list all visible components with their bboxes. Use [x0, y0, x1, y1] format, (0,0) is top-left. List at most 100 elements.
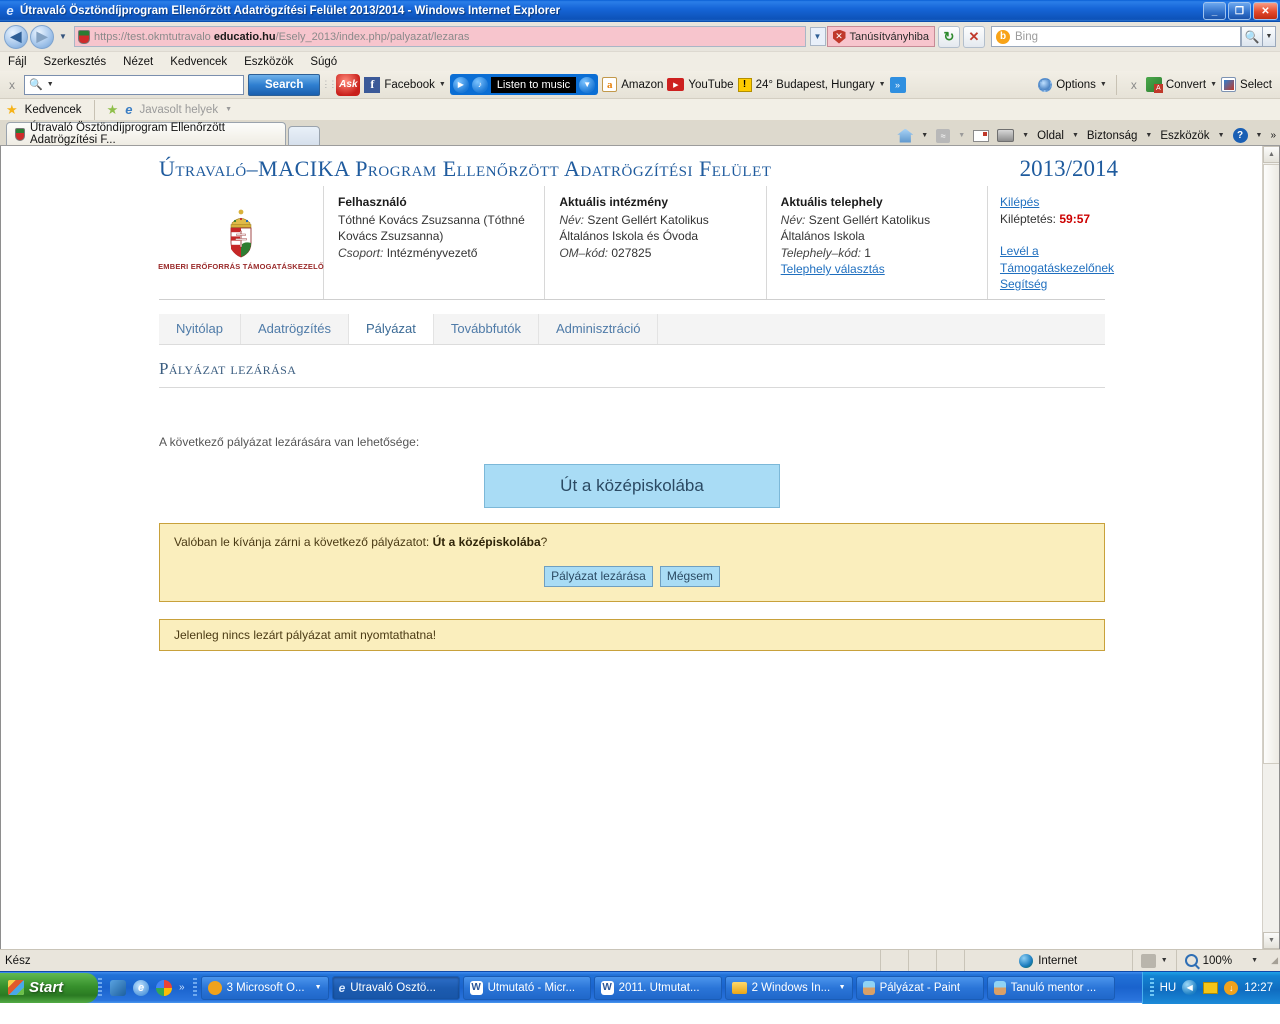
amazon-button[interactable]: a Amazon [602, 77, 663, 92]
mail-link-line1[interactable]: Levél a [1000, 243, 1039, 260]
print-icon[interactable] [997, 129, 1015, 142]
menu-item-nezet[interactable]: Nézet [123, 56, 153, 68]
chevron-down-icon[interactable]: ▼ [1145, 132, 1152, 139]
tray-expand-icon[interactable]: ◀ [1182, 980, 1198, 995]
task-item[interactable]: Pályázat - Paint [855, 975, 984, 1000]
url-input[interactable]: https://test.okmtutravalo educatio.hu/Es… [74, 26, 806, 47]
quicklaunch-chrome-icon[interactable] [156, 979, 172, 996]
chevron-down-icon[interactable]: ▼ [225, 106, 232, 113]
toolbar-close-icon[interactable]: x [4, 78, 20, 92]
back-button[interactable]: ◀ [4, 24, 28, 49]
refresh-button[interactable]: ↻ [938, 25, 960, 48]
chevron-down-icon[interactable]: ▼ [1022, 132, 1029, 139]
search-input[interactable]: b Bing [991, 26, 1241, 47]
mail-icon[interactable] [973, 129, 990, 142]
chevron-down-icon[interactable]: ▼ [1256, 132, 1263, 139]
update-tray-icon[interactable]: ↓ [1224, 980, 1239, 995]
ask-search-button[interactable]: Search [248, 73, 321, 96]
menu-item-sugo[interactable]: Súgó [310, 56, 337, 68]
certificate-error-badge[interactable]: ✕ Tanúsítványhiba [826, 26, 935, 47]
clock[interactable]: 12:27 [1244, 982, 1273, 994]
search-go-button[interactable]: 🔍 [1241, 26, 1263, 47]
mail-tray-icon[interactable] [1203, 981, 1219, 994]
vertical-scrollbar[interactable]: ▲ ▼ [1262, 146, 1279, 949]
mail-link-line2[interactable]: Támogatáskezelőnek [1000, 260, 1114, 277]
home-icon[interactable] [897, 128, 914, 143]
facebook-button[interactable]: f Facebook ▼ [364, 76, 446, 93]
ask-search-dropdown-icon[interactable]: ▼ [47, 81, 54, 88]
select-button[interactable]: Select [1221, 77, 1272, 92]
chevron-down-icon[interactable]: ▼ [1072, 132, 1079, 139]
help-link[interactable]: Segítség [1000, 276, 1047, 293]
chevron-down-icon[interactable]: ▼ [1161, 957, 1168, 964]
tab-adatrogzites[interactable]: Adatrögzítés [240, 313, 349, 344]
tab-tovabbfutok[interactable]: Továbbfutók [433, 313, 539, 344]
help-icon[interactable]: ? [1232, 128, 1248, 143]
favorites-label[interactable]: Kedvencek [25, 104, 82, 116]
task-item[interactable]: 3 Microsoft O... ▼ [200, 975, 329, 1000]
play-icon[interactable]: ▶ [452, 76, 469, 93]
zoom-control[interactable]: 100% ▼ [1175, 949, 1266, 972]
suggested-sites-label[interactable]: Javasolt helyek [139, 104, 218, 116]
scroll-down-button[interactable]: ▼ [1263, 932, 1279, 949]
tab-adminisztracio[interactable]: Adminisztráció [538, 313, 659, 344]
command-eszkozok[interactable]: Eszközök [1160, 130, 1209, 142]
command-oldal[interactable]: Oldal [1037, 130, 1064, 142]
security-zone[interactable]: Internet [963, 949, 1132, 972]
chevron-down-icon[interactable]: ▼ [839, 984, 846, 991]
favorites-star-icon[interactable]: ★ [6, 102, 18, 118]
quicklaunch-showdesktop-icon[interactable] [110, 979, 126, 996]
menu-item-fajl[interactable]: Fájl [8, 56, 27, 68]
menu-item-kedvencek[interactable]: Kedvencek [170, 56, 227, 68]
start-button[interactable]: Start [0, 972, 98, 1003]
task-item[interactable]: Tanuló mentor ... [986, 975, 1115, 1000]
add-favorite-icon[interactable]: ★ [107, 102, 119, 118]
logout-link[interactable]: Kilépés [1000, 194, 1039, 211]
confirm-close-application-button[interactable]: Pályázat lezárása [544, 565, 653, 587]
site-select-link[interactable]: Telephely választás [781, 261, 885, 278]
url-dropdown-icon[interactable]: ▼ [809, 27, 826, 46]
minimize-button[interactable]: _ [1203, 2, 1226, 20]
music-player-widget[interactable]: ▶ ♪ Listen to music ▼ [449, 74, 599, 95]
forward-button[interactable]: ▶ [30, 24, 54, 49]
task-item[interactable]: W 2011. Útmutat... [593, 975, 722, 1000]
tab-palyazat[interactable]: Pályázat [348, 313, 434, 344]
command-overflow-icon[interactable]: » [1270, 130, 1276, 141]
stop-button[interactable]: ✕ [963, 25, 985, 48]
ask-logo-icon[interactable]: Ask [336, 73, 361, 96]
task-item[interactable]: W Útmutató - Micr... [462, 975, 591, 1000]
new-tab-button[interactable] [288, 126, 320, 145]
maximize-button[interactable]: ❐ [1228, 2, 1251, 20]
close-button[interactable]: ✕ [1253, 2, 1278, 20]
youtube-button[interactable]: ▶ YouTube [667, 78, 734, 91]
menu-item-szerkesztes[interactable]: Szerkesztés [44, 56, 107, 68]
cancel-button[interactable]: Mégsem [659, 565, 720, 587]
command-biztonsag[interactable]: Biztonság [1087, 130, 1138, 142]
search-provider-dropdown-icon[interactable]: ▼ [1263, 26, 1276, 47]
weather-button[interactable]: ! 24° Budapest, Hungary ▼ [737, 77, 886, 92]
adobe-toolbar-close-icon[interactable]: x [1126, 78, 1142, 92]
toolbar-overflow-button[interactable]: » [889, 76, 906, 93]
tray-grip[interactable] [1149, 977, 1154, 998]
chevron-down-icon[interactable]: ▼ [579, 76, 596, 93]
program-select-button[interactable]: Út a középiskolába [484, 463, 780, 508]
resize-grip[interactable]: ◢ [1266, 955, 1280, 966]
volume-icon[interactable]: ♪ [471, 76, 488, 93]
chevron-down-icon[interactable]: ▼ [315, 984, 322, 991]
options-button[interactable]: Options ▼ [1038, 77, 1107, 92]
chevron-down-icon[interactable]: ▼ [1218, 132, 1225, 139]
menu-item-eszkozok[interactable]: Eszközök [244, 56, 293, 68]
quicklaunch-overflow-icon[interactable]: » [179, 982, 185, 993]
scroll-up-button[interactable]: ▲ [1263, 146, 1279, 163]
quicklaunch-ie-icon[interactable]: e [133, 979, 149, 996]
task-item[interactable]: 2 Windows In... ▼ [724, 975, 853, 1000]
browser-tab[interactable]: Útravaló Ösztöndíjprogram Ellenőrzött Ad… [6, 122, 286, 146]
toolbar-grip[interactable]: ⋮⋮ [321, 76, 337, 94]
chevron-down-icon[interactable]: ▼ [1251, 957, 1258, 964]
convert-button[interactable]: Convert ▼ [1145, 77, 1217, 93]
recent-pages-dropdown-icon[interactable]: ▼ [56, 32, 70, 41]
chevron-down-icon[interactable]: ▼ [921, 132, 928, 139]
scrollbar-thumb[interactable] [1263, 164, 1279, 764]
ask-search-input[interactable]: 🔍 ▼ [24, 74, 244, 95]
task-item[interactable]: e Útravaló Ösztö... [331, 975, 460, 1000]
